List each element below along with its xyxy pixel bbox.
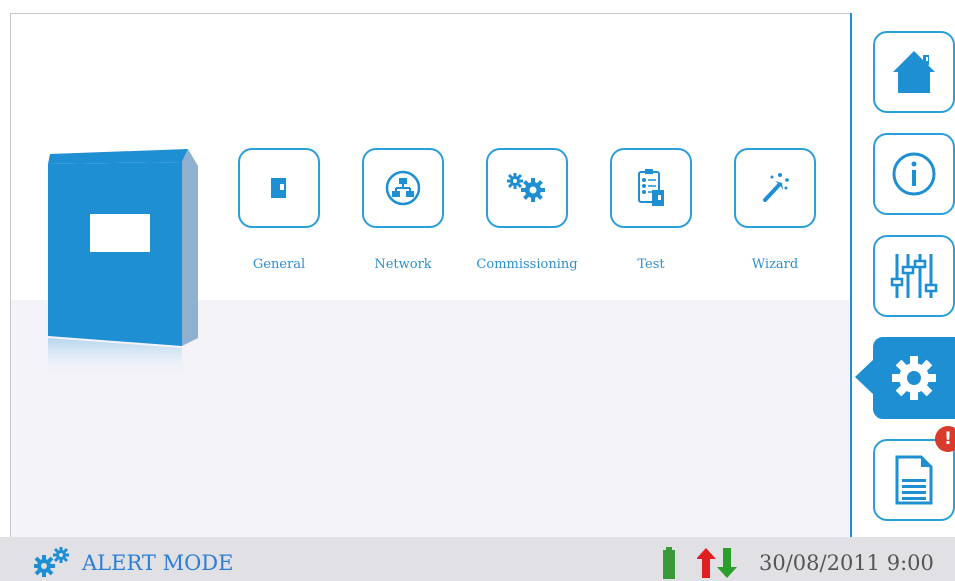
home-icon bbox=[893, 51, 935, 93]
device-illustration bbox=[48, 149, 198, 380]
general-button[interactable] bbox=[238, 148, 320, 228]
settings-button[interactable] bbox=[873, 337, 955, 419]
datetime-display: 30/08/2011 9:00 bbox=[759, 551, 934, 575]
log-document-icon bbox=[895, 455, 933, 505]
gears-icon bbox=[507, 173, 545, 202]
battery-icon bbox=[663, 547, 675, 579]
alert-mode-label: ALERT MODE bbox=[82, 551, 234, 575]
gears-icon bbox=[34, 547, 69, 577]
gear-icon bbox=[892, 356, 936, 400]
general-label: General bbox=[252, 257, 306, 272]
data-transfer-icon bbox=[697, 548, 737, 578]
wizard-label: Wizard bbox=[751, 257, 799, 272]
test-label: Test bbox=[637, 257, 665, 272]
network-label: Network bbox=[374, 257, 432, 272]
home-button[interactable] bbox=[873, 31, 955, 113]
network-button[interactable] bbox=[362, 148, 444, 228]
top-border bbox=[10, 13, 850, 14]
checklist-icon bbox=[638, 169, 664, 206]
alert-badge: ! bbox=[935, 426, 955, 452]
info-icon bbox=[892, 152, 936, 196]
info-button[interactable] bbox=[873, 133, 955, 215]
commissioning-button[interactable] bbox=[486, 148, 568, 228]
sidebar-rail bbox=[850, 13, 852, 537]
commissioning-label: Commissioning bbox=[476, 257, 578, 272]
network-icon bbox=[385, 170, 421, 206]
test-button[interactable] bbox=[610, 148, 692, 228]
document-icon bbox=[271, 178, 286, 198]
active-pointer bbox=[855, 358, 875, 396]
wizard-button[interactable] bbox=[734, 148, 816, 228]
settings-sliders-button[interactable] bbox=[873, 235, 955, 317]
log-button[interactable] bbox=[873, 439, 955, 521]
magic-wand-icon bbox=[763, 173, 789, 202]
sliders-icon bbox=[890, 254, 938, 298]
